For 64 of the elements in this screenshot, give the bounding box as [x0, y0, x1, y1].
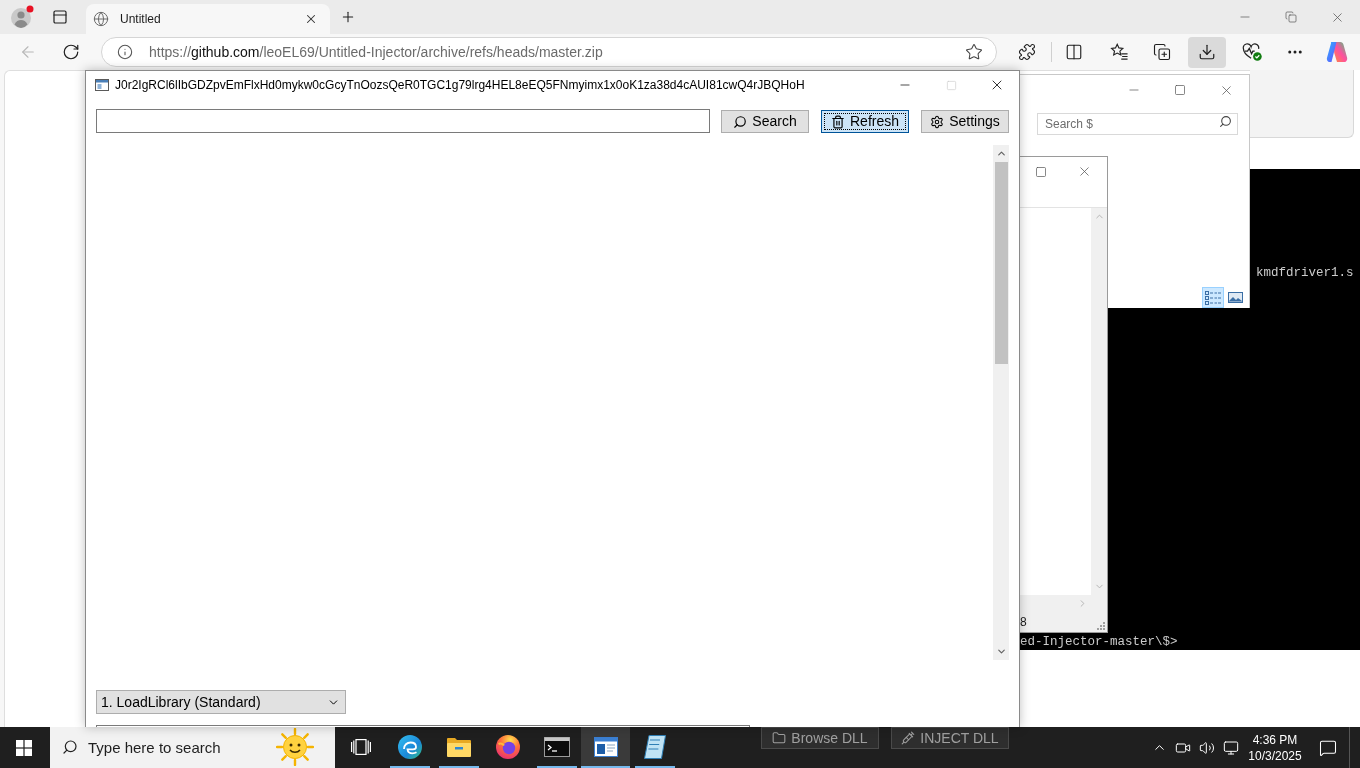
status-text: 8 — [1020, 613, 1027, 631]
copy-plus-icon[interactable] — [1153, 43, 1171, 61]
details-view-button[interactable] — [1202, 287, 1224, 308]
browser-tab[interactable]: Untitled — [86, 4, 330, 34]
globe-icon — [93, 11, 109, 27]
trash-icon — [831, 114, 845, 129]
syringe-icon — [901, 731, 916, 745]
volume-icon[interactable] — [1199, 739, 1215, 756]
new-tab-icon[interactable] — [340, 9, 356, 25]
terminal-icon[interactable] — [543, 736, 570, 757]
app-window-icon[interactable] — [593, 736, 618, 757]
close-tab-icon[interactable] — [304, 12, 318, 26]
search-button[interactable]: Search — [721, 110, 809, 133]
taskbar-search-field[interactable]: Type here to search — [50, 727, 335, 768]
clock-time[interactable]: 4:36 PM — [1252, 731, 1298, 748]
resize-grip-icon[interactable] — [1097, 622, 1105, 630]
info-icon[interactable] — [117, 44, 133, 60]
refresh-button[interactable]: Refresh — [821, 110, 909, 133]
console-prompt: ed-Injector-master\$> — [1020, 635, 1179, 649]
folder-icon[interactable] — [446, 736, 471, 757]
taskbar-app-button[interactable] — [581, 727, 630, 768]
console-output-line: kmdfdriver1.s — [1256, 266, 1355, 280]
split-screen-icon[interactable] — [1065, 43, 1083, 61]
explorer-search-field[interactable]: Search $ — [1037, 113, 1238, 135]
search-field[interactable] — [96, 109, 710, 133]
restore-icon[interactable] — [1285, 11, 1297, 23]
task-view-icon[interactable] — [350, 738, 371, 755]
star-list-icon[interactable] — [1110, 43, 1128, 61]
clock-date[interactable]: 10/3/2025 — [1248, 747, 1302, 764]
chat-bubble-icon[interactable] — [1319, 738, 1337, 757]
app-window-icon — [95, 79, 109, 91]
method-dropdown[interactable]: 1. LoadLibrary (Standard) — [96, 690, 346, 714]
refresh-icon[interactable] — [62, 43, 80, 61]
search-icon — [62, 739, 78, 755]
picture-icon — [1227, 292, 1243, 303]
browse-button[interactable]: Browse DLL — [761, 727, 879, 749]
scroll-thumb[interactable] — [994, 162, 1008, 364]
sun-face-icon[interactable] — [276, 728, 314, 766]
monitor-icon[interactable] — [1223, 739, 1239, 756]
panel-icon[interactable] — [52, 9, 68, 25]
star-icon[interactable] — [965, 43, 983, 61]
search-icon[interactable] — [1219, 115, 1232, 128]
folder-icon — [772, 731, 787, 745]
round-app-icon[interactable] — [495, 734, 520, 759]
page-icon[interactable] — [643, 734, 666, 759]
vertical-scrollbar[interactable] — [993, 145, 1009, 660]
scroll-down-icon[interactable] — [995, 646, 1007, 657]
settings-button[interactable]: Settings — [921, 110, 1009, 133]
address-bar[interactable]: https://github.com/leoEL69/Untitled-Injector/archive/refs/heads/master.zip — [101, 37, 997, 67]
gradient-logo-icon[interactable] — [1326, 41, 1348, 63]
avatar-icon[interactable] — [10, 5, 34, 29]
maximize-icon[interactable] — [1035, 165, 1047, 178]
heart-pulse-icon[interactable] — [1242, 43, 1262, 61]
settings-icon — [930, 114, 945, 129]
swirl-icon[interactable] — [397, 734, 422, 759]
downloads-button[interactable] — [1188, 36, 1226, 68]
details-list-icon — [1205, 290, 1221, 305]
maximize-icon[interactable] — [1174, 84, 1186, 96]
search-icon — [733, 114, 748, 129]
inject-button[interactable]: INJECT DLL — [891, 727, 1009, 749]
puzzle-icon[interactable] — [1018, 43, 1036, 61]
download-icon — [1198, 43, 1216, 61]
window-title: J0r2IgRCl6lIbGDZpvEmFlxHd0mykw0cGcyTnOozsQeR0TGC1g79lrg4HEL8eEQ5FNmyimx1x0oK1za38d4cAUI81cwQ4rJBQHoH — [115, 77, 805, 94]
start-logo-icon — [16, 739, 32, 756]
